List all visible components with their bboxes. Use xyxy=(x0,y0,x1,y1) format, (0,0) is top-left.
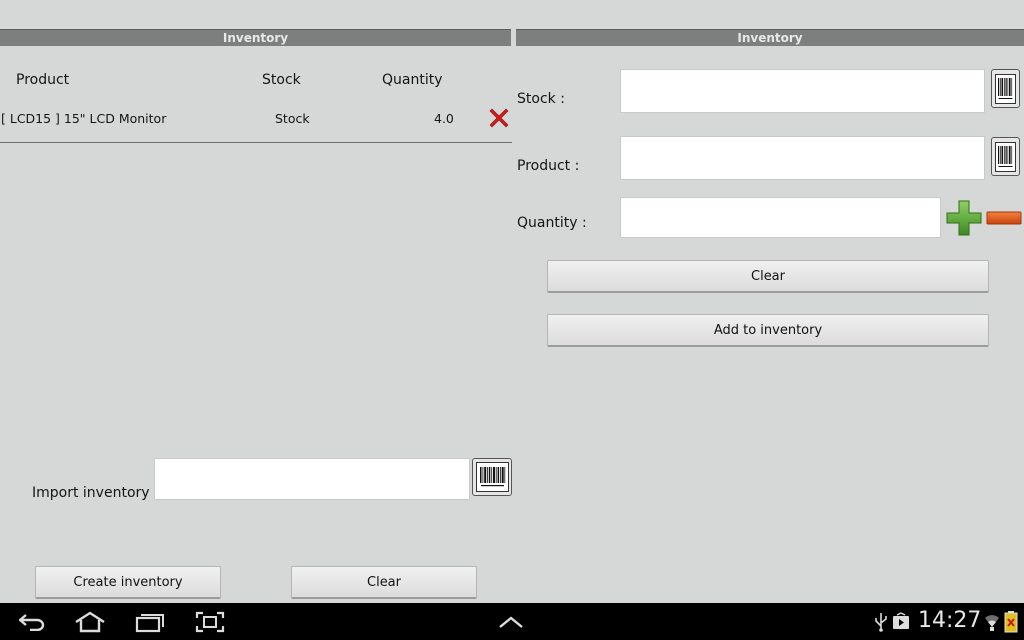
stock-input[interactable] xyxy=(620,69,985,113)
import-barcode-button[interactable] xyxy=(472,458,512,496)
row-product: [ LCD15 ] 15" LCD Monitor xyxy=(1,111,167,126)
quantity-input[interactable] xyxy=(620,197,941,238)
quantity-label: Quantity : xyxy=(517,215,587,231)
row-quantity: 4.0 xyxy=(434,111,454,126)
left-clear-button[interactable]: Clear xyxy=(291,566,477,599)
up-arrow-icon[interactable] xyxy=(498,614,524,633)
barcode-icon xyxy=(995,141,1016,172)
wifi-icon xyxy=(984,612,1000,636)
plus-icon[interactable] xyxy=(946,200,982,240)
right-panel-title: Inventory xyxy=(516,29,1024,46)
row-divider xyxy=(0,142,512,143)
column-header-product: Product xyxy=(16,72,70,88)
import-inventory-label: Import inventory xyxy=(32,485,150,501)
product-input[interactable] xyxy=(620,136,985,180)
battery-icon xyxy=(1004,611,1018,637)
import-inventory-input[interactable] xyxy=(154,458,470,500)
barcode-icon xyxy=(995,73,1016,104)
status-clock: 14:27 xyxy=(918,608,982,633)
product-barcode-button[interactable] xyxy=(991,137,1020,176)
home-icon[interactable] xyxy=(74,611,106,637)
minus-icon[interactable] xyxy=(986,210,1022,229)
delete-icon[interactable] xyxy=(487,106,511,134)
product-label: Product : xyxy=(517,158,580,174)
stock-barcode-button[interactable] xyxy=(991,69,1020,108)
column-header-stock: Stock xyxy=(262,72,301,88)
create-inventory-button[interactable]: Create inventory xyxy=(35,566,221,599)
media-icon xyxy=(892,612,910,634)
stock-label: Stock : xyxy=(517,91,565,107)
add-to-inventory-button[interactable]: Add to inventory xyxy=(547,314,989,347)
column-header-quantity: Quantity xyxy=(382,72,443,88)
back-icon[interactable] xyxy=(18,611,46,635)
usb-icon xyxy=(874,612,888,636)
right-clear-button[interactable]: Clear xyxy=(547,260,989,293)
screenshot-icon[interactable] xyxy=(195,611,225,637)
row-stock: Stock xyxy=(275,111,310,126)
left-panel-title: Inventory xyxy=(0,29,511,46)
recent-apps-icon[interactable] xyxy=(135,611,165,637)
barcode-icon xyxy=(475,462,509,492)
